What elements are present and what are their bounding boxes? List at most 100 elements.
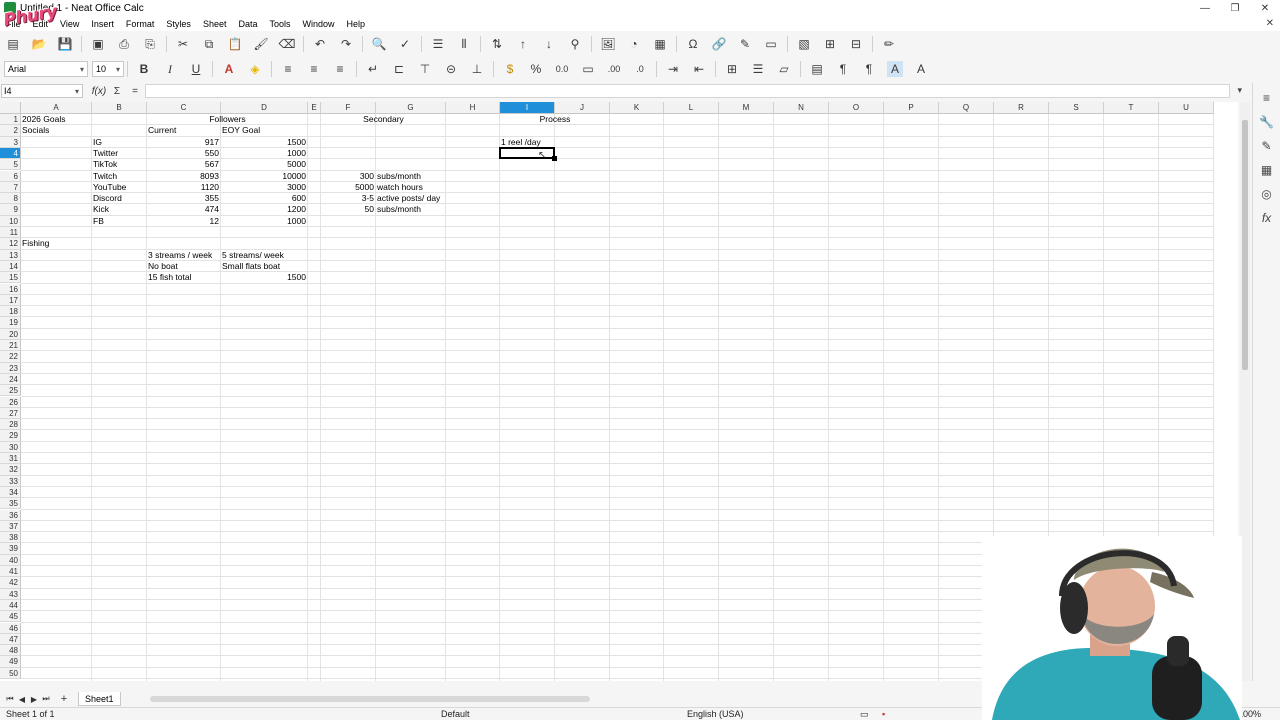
row-header-24[interactable]: 24 [0, 373, 21, 386]
cell-c7[interactable]: 1120 [148, 182, 219, 193]
cell-a2[interactable]: Socials [22, 125, 49, 136]
row-header-14[interactable]: 14 [0, 260, 21, 273]
row-header-39[interactable]: 39 [0, 543, 21, 555]
column-header-m[interactable]: M [719, 102, 774, 114]
column-header-i[interactable]: I [500, 102, 555, 114]
cell-c6[interactable]: 8093 [148, 171, 219, 182]
row-header-37[interactable]: 37 [0, 520, 21, 533]
row-header-22[interactable]: 22 [0, 351, 21, 363]
row-header-12[interactable]: 12 [0, 238, 21, 250]
cell-g6[interactable]: subs/month [377, 171, 421, 182]
border-style-icon[interactable]: ☰ [750, 61, 766, 77]
border-color-icon[interactable]: ▱ [776, 61, 792, 77]
column-header-e[interactable]: E [308, 102, 321, 114]
cell-g9[interactable]: subs/month [377, 204, 421, 215]
next-sheet-icon[interactable]: ▶ [28, 695, 40, 704]
name-box[interactable]: I4 ▾ [1, 84, 83, 98]
row-header-44[interactable]: 44 [0, 599, 21, 612]
row-header-9[interactable]: 9 [0, 204, 21, 216]
cell-d8[interactable]: 600 [222, 193, 306, 204]
sort-descending-icon[interactable]: ↓ [541, 36, 557, 52]
font-name-box[interactable]: Arial ▾ [4, 61, 88, 77]
row-header-28[interactable]: 28 [0, 419, 21, 431]
cell-d7[interactable]: 3000 [222, 182, 306, 193]
language[interactable]: English (USA) [687, 709, 744, 719]
print-icon[interactable]: ⎙ [116, 36, 132, 52]
cell-d3[interactable]: 1500 [222, 137, 306, 148]
italic-icon[interactable]: I [162, 61, 178, 77]
column-header-a[interactable]: A [21, 102, 92, 114]
decrease-indent-icon[interactable]: ⇤ [691, 61, 707, 77]
sidebar-menu-icon[interactable]: ≡ [1258, 89, 1276, 107]
number-format-icon[interactable]: 0.0 [554, 61, 570, 77]
column-header-h[interactable]: H [446, 102, 500, 114]
currency-format-icon[interactable]: $ [502, 61, 518, 77]
cell-d2[interactable]: EOY Goal [222, 125, 260, 136]
freeze-panes-icon[interactable]: ⊞ [822, 36, 838, 52]
column-header-r[interactable]: R [994, 102, 1049, 114]
save-icon[interactable]: 💾 [57, 36, 73, 52]
cell-c9[interactable]: 474 [148, 204, 219, 215]
date-format-icon[interactable]: ▭ [580, 61, 596, 77]
cell-c5[interactable]: 567 [148, 159, 219, 170]
text-direction-icon[interactable]: A [887, 61, 903, 77]
column-icon[interactable]: ⫴ [456, 36, 472, 52]
cell-f7[interactable]: 5000 [322, 182, 374, 193]
row-header-49[interactable]: 49 [0, 656, 21, 668]
menu-insert[interactable]: Insert [85, 19, 120, 29]
cell-d13[interactable]: 5 streams/ week [222, 250, 284, 261]
menu-sheet[interactable]: Sheet [197, 19, 233, 29]
row-header-19[interactable]: 19 [0, 317, 21, 329]
row-header-30[interactable]: 30 [0, 441, 21, 453]
cell-c2[interactable]: Current [148, 125, 176, 136]
underline-icon[interactable]: U [188, 61, 204, 77]
formula-equals-icon[interactable]: = [127, 86, 143, 97]
row-header-33[interactable]: 33 [0, 475, 21, 487]
horizontal-scrollbar[interactable] [150, 696, 590, 702]
formula-input[interactable] [145, 84, 1230, 98]
first-sheet-icon[interactable]: ⏮ [4, 694, 16, 704]
row-header-38[interactable]: 38 [0, 532, 21, 544]
paste-icon[interactable]: 📋 [227, 36, 243, 52]
tab-sheet1[interactable]: Sheet1 [78, 692, 121, 706]
row-header-31[interactable]: 31 [0, 453, 21, 465]
increase-indent-icon[interactable]: ⇥ [665, 61, 681, 77]
row-icon[interactable]: ☰ [430, 36, 446, 52]
bold-icon[interactable]: B [136, 61, 152, 77]
column-header-n[interactable]: N [774, 102, 829, 114]
cell-d14[interactable]: Small flats boat [222, 261, 280, 272]
row-header-42[interactable]: 42 [0, 577, 21, 589]
row-header-6[interactable]: 6 [0, 170, 21, 182]
redo-icon[interactable]: ↷ [338, 36, 354, 52]
close-document-icon[interactable]: ✕ [1266, 18, 1274, 29]
row-header-36[interactable]: 36 [0, 509, 21, 521]
row-header-5[interactable]: 5 [0, 159, 21, 171]
hyperlink-icon[interactable]: 🔗 [711, 36, 727, 52]
cell-c10[interactable]: 12 [148, 216, 219, 227]
select-all-corner[interactable] [0, 102, 21, 114]
cell-d10[interactable]: 1000 [222, 216, 306, 227]
row-header-29[interactable]: 29 [0, 430, 21, 442]
add-sheet-icon[interactable]: + [58, 693, 70, 705]
cell-c15[interactable]: 15 fish total [148, 272, 191, 283]
cell-d9[interactable]: 1200 [222, 204, 306, 215]
properties-icon[interactable]: 🔧 [1258, 113, 1276, 131]
maximize-button[interactable]: ❐ [1220, 0, 1250, 16]
align-left-icon[interactable]: ≡ [280, 61, 296, 77]
right-to-left-icon[interactable]: ¶ [861, 61, 877, 77]
left-to-right-icon[interactable]: ¶ [835, 61, 851, 77]
cell-b7[interactable]: YouTube [93, 182, 126, 193]
row-header-18[interactable]: 18 [0, 306, 21, 318]
row-header-11[interactable]: 11 [0, 227, 21, 239]
function-wizard-icon[interactable]: f(x) [91, 86, 107, 97]
cell-f6[interactable]: 300 [322, 171, 374, 182]
new-document-icon[interactable]: ▤ [5, 36, 21, 52]
cell-b9[interactable]: Kick [93, 204, 109, 215]
spellcheck-icon[interactable]: ✓ [397, 36, 413, 52]
row-header-10[interactable]: 10 [0, 215, 21, 227]
cell-c4[interactable]: 550 [148, 148, 219, 159]
column-header-s[interactable]: S [1049, 102, 1104, 114]
cell-b3[interactable]: IG [93, 137, 102, 148]
wrap-text-icon[interactable]: ↵ [365, 61, 381, 77]
navigator-icon[interactable]: ◎ [1258, 185, 1276, 203]
